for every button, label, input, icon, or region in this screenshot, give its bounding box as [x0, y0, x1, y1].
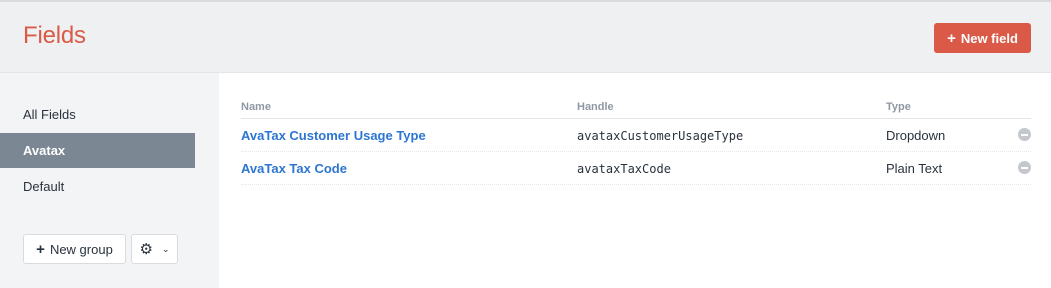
- sidebar: All Fields Avatax Default + New group ⚙ …: [0, 73, 219, 288]
- table-row: AvaTax Customer Usage Type avataxCustome…: [241, 119, 1031, 152]
- new-field-label: New field: [960, 30, 1018, 46]
- field-name-link[interactable]: AvaTax Customer Usage Type: [241, 128, 426, 143]
- new-group-label: New group: [49, 241, 113, 257]
- new-group-button[interactable]: + New group: [23, 234, 126, 264]
- field-type: Dropdown: [886, 128, 946, 143]
- field-handle: avataxCustomerUsageType: [577, 129, 744, 143]
- gear-icon: ⚙: [139, 241, 153, 258]
- sidebar-item-all-fields[interactable]: All Fields: [0, 97, 195, 132]
- page-header: Fields + New field: [0, 2, 1051, 73]
- sidebar-item-label: All Fields: [23, 107, 76, 122]
- field-name-link[interactable]: AvaTax Tax Code: [241, 161, 347, 176]
- fields-table: Name Handle Type AvaTax Customer Usage T…: [241, 95, 1031, 185]
- sidebar-item-avatax[interactable]: Avatax: [0, 133, 195, 168]
- sidebar-item-label: Avatax: [23, 143, 66, 158]
- column-header-name: Name: [241, 101, 271, 113]
- delete-icon[interactable]: [1018, 161, 1031, 174]
- group-settings-menu-button[interactable]: ⚙ ⌄: [131, 234, 178, 264]
- sidebar-item-label: Default: [23, 179, 65, 194]
- sidebar-item-default[interactable]: Default: [0, 169, 195, 204]
- column-header-handle: Handle: [577, 101, 614, 113]
- plus-icon: +: [36, 240, 45, 258]
- field-handle: avataxTaxCode: [577, 162, 671, 176]
- new-field-button[interactable]: + New field: [934, 23, 1031, 53]
- column-header-type: Type: [886, 101, 911, 113]
- field-type: Plain Text: [886, 161, 943, 176]
- plus-icon: +: [947, 29, 956, 47]
- chevron-down-icon: ⌄: [161, 243, 170, 254]
- delete-icon[interactable]: [1018, 128, 1031, 141]
- table-header: Name Handle Type: [241, 95, 1031, 119]
- page-title: Fields: [23, 22, 86, 49]
- table-row: AvaTax Tax Code avataxTaxCode Plain Text: [241, 152, 1031, 185]
